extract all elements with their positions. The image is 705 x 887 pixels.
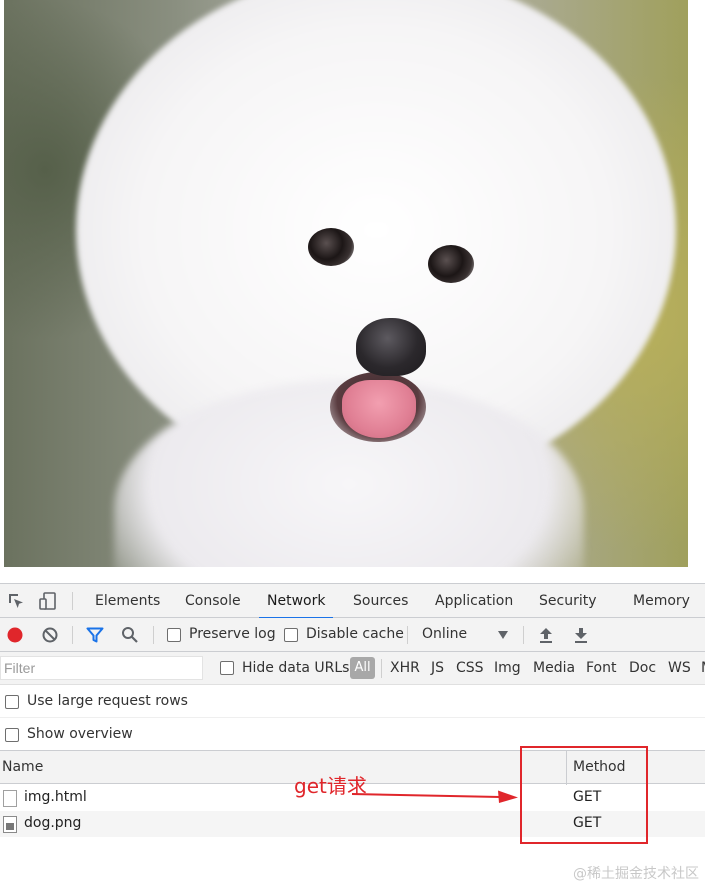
inspect-element-icon[interactable]	[6, 591, 26, 611]
filter-icon[interactable]	[86, 626, 104, 644]
show-overview-label: Show overview	[27, 726, 133, 742]
toolbar-separator	[523, 626, 524, 644]
record-icon[interactable]	[6, 626, 24, 644]
tabbar-separator	[72, 592, 73, 610]
clear-icon[interactable]	[41, 626, 59, 644]
large-rows-label: Use large request rows	[27, 693, 188, 709]
search-icon[interactable]	[121, 626, 139, 644]
request-name: img.html	[24, 789, 87, 805]
tab-elements[interactable]: Elements	[95, 584, 160, 618]
dog-left-eye	[308, 228, 354, 266]
dog-right-eye	[428, 245, 474, 283]
document-icon	[3, 790, 17, 807]
watermark: @稀土掘金技术社区	[573, 866, 699, 882]
filter-type-manifest[interactable]: M	[701, 660, 705, 676]
filter-type-xhr[interactable]: XHR	[390, 660, 420, 676]
annotation-highlight-box	[520, 746, 648, 844]
export-har-icon[interactable]	[573, 626, 589, 644]
hide-data-urls-checkbox[interactable]	[220, 661, 234, 675]
tab-sources[interactable]: Sources	[353, 584, 408, 618]
dog-nose	[356, 318, 426, 376]
toolbar-separator	[407, 626, 408, 644]
devtools-tabbar: Elements Console Network Sources Applica…	[0, 584, 705, 619]
disable-cache-checkbox[interactable]	[284, 628, 298, 642]
preserve-log-label: Preserve log	[189, 626, 276, 642]
filter-type-img[interactable]: Img	[494, 660, 521, 676]
show-overview-checkbox[interactable]	[5, 728, 19, 742]
filter-type-js[interactable]: JS	[431, 660, 444, 676]
throttling-select[interactable]: Online	[422, 626, 467, 642]
request-name: dog.png	[24, 815, 82, 831]
device-toolbar-icon[interactable]	[38, 591, 58, 611]
filter-type-css[interactable]: CSS	[456, 660, 484, 676]
toolbar-separator	[153, 626, 154, 644]
filter-separator	[381, 659, 382, 678]
tab-application[interactable]: Application	[435, 584, 513, 618]
tab-console[interactable]: Console	[185, 584, 241, 618]
filter-type-ws[interactable]: WS	[668, 660, 691, 676]
network-toolbar: Preserve log Disable cache Online	[0, 618, 705, 652]
filter-type-font[interactable]: Font	[586, 660, 616, 676]
chevron-down-icon[interactable]	[498, 630, 508, 640]
large-rows-checkbox[interactable]	[5, 695, 19, 709]
tab-memory[interactable]: Memory	[633, 584, 690, 618]
annotation-arrow-icon	[352, 790, 518, 803]
dog-photo	[4, 0, 688, 567]
filter-type-all[interactable]: All	[350, 657, 375, 679]
disable-cache-label: Disable cache	[306, 626, 404, 642]
tab-security[interactable]: Security	[539, 584, 597, 618]
import-har-icon[interactable]	[538, 626, 554, 644]
image-file-icon	[3, 816, 17, 833]
tab-network[interactable]: Network	[258, 584, 335, 619]
hide-data-urls-label: Hide data URLs	[242, 660, 350, 676]
dog-tongue	[342, 380, 416, 438]
filter-bar: Hide data URLs All XHR JS CSS Img Media …	[0, 652, 705, 685]
option-large-rows-row: Use large request rows	[0, 685, 705, 718]
column-header-name[interactable]: Name	[2, 759, 43, 775]
preserve-log-checkbox[interactable]	[167, 628, 181, 642]
filter-type-doc[interactable]: Doc	[629, 660, 656, 676]
filter-input[interactable]	[0, 656, 203, 680]
filter-type-media[interactable]: Media	[533, 660, 575, 676]
toolbar-separator	[72, 626, 73, 644]
